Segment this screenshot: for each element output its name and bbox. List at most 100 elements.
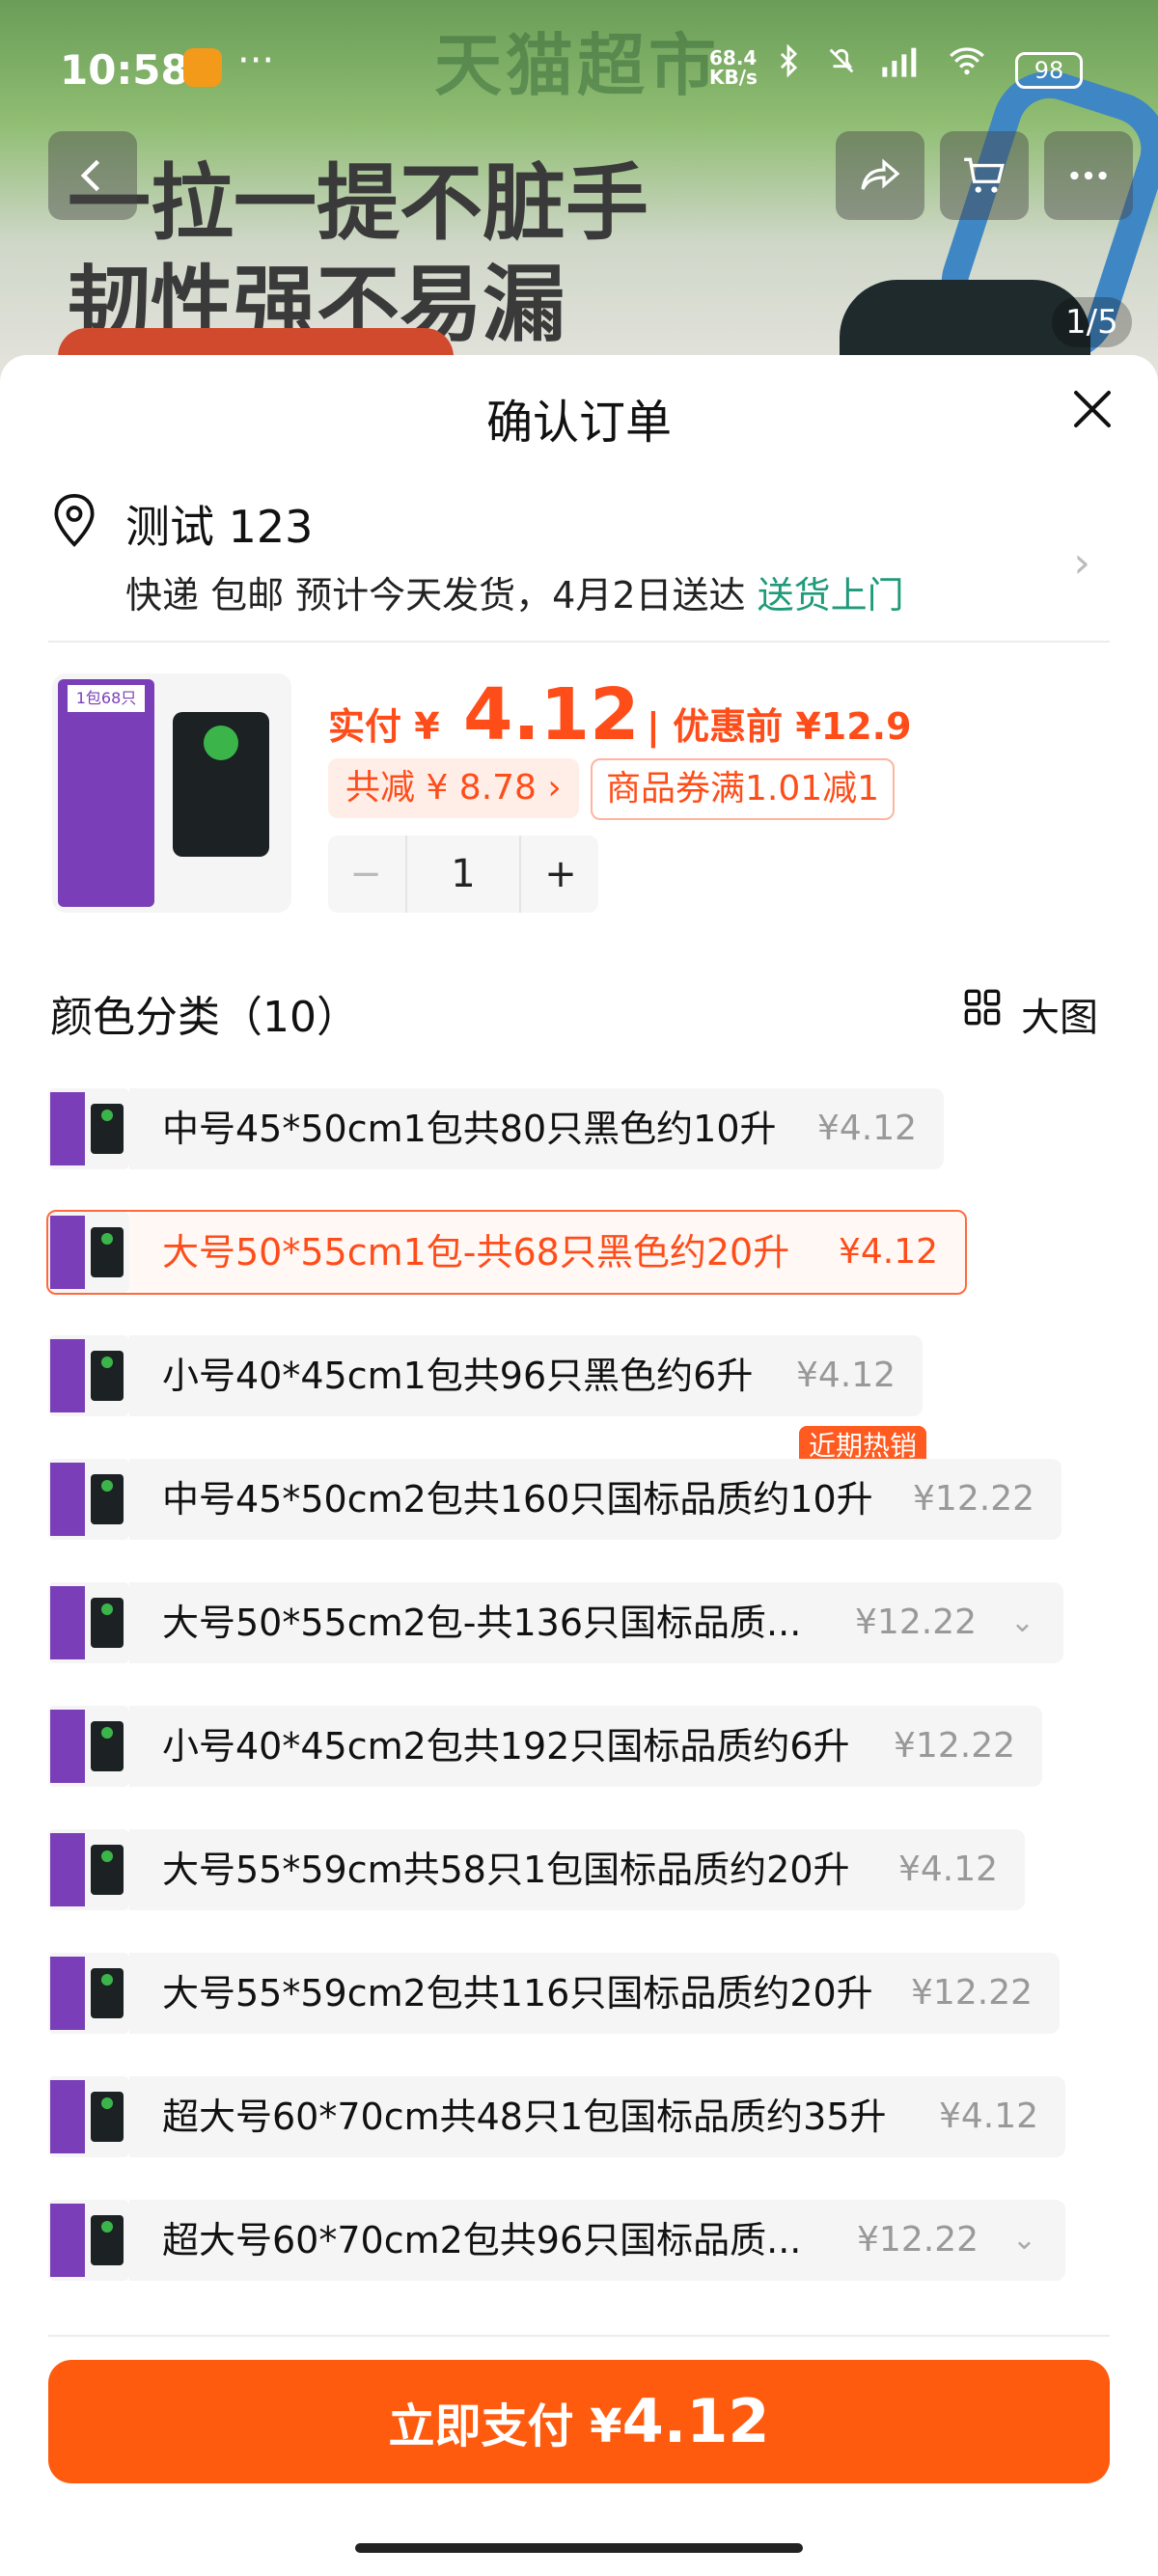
option-thumbnail	[48, 2076, 129, 2157]
address-section[interactable]: 测试 123 快递 包邮 预计今天发货，4月2日送达 送货上门 ›	[48, 480, 1110, 644]
color-option[interactable]: 大号55*59cm2包共116只国标品质约20升 ¥12.22	[48, 1953, 1060, 2034]
color-option[interactable]: 大号50*55cm2包-共136只国标品质... ¥12.22 ⌄	[48, 1582, 1063, 1663]
status-icons	[772, 43, 986, 86]
color-option[interactable]: 大号50*55cm1包-共68只黑色约20升 ¥4.12	[46, 1210, 967, 1295]
option-price: ¥12.22	[855, 1603, 977, 1642]
pay-now-button[interactable]: 立即支付 ¥4.12	[48, 2360, 1110, 2483]
home-indicator[interactable]	[355, 2543, 803, 2553]
price-before-discount: | 优惠前 ¥12.9	[647, 705, 912, 748]
option-thumbnail	[48, 1582, 129, 1663]
option-package	[91, 1474, 124, 1524]
status-time: 10:58	[60, 46, 189, 94]
chevron-right-icon: ›	[1073, 538, 1090, 588]
option-name: 小号40*45cm1包共96只黑色约6升	[162, 1355, 754, 1397]
option-price: ¥4.12	[897, 1850, 998, 1889]
status-more-icon: ···	[237, 39, 275, 83]
close-icon[interactable]	[1063, 380, 1121, 438]
thumb-tag: 1包68只	[68, 685, 145, 712]
option-price: ¥12.22	[913, 1479, 1034, 1519]
option-price: ¥12.22	[894, 1726, 1015, 1766]
color-option[interactable]: 中号45*50cm1包共80只黑色约10升 ¥4.12	[48, 1088, 944, 1169]
thumb-spec-panel: 1包68只	[58, 679, 154, 907]
status-bar: 10:58 ··· 68.4 KB/s 98	[0, 0, 1158, 135]
option-package	[91, 2092, 124, 2142]
color-option[interactable]: 超大号60*70cm2包共96只国标品质... ¥12.22 ⌄	[48, 2200, 1065, 2281]
chevron-down-icon[interactable]: ⌄	[1010, 1582, 1034, 1663]
option-spec-panel	[50, 1586, 85, 1659]
coupon-badge: 商品券满1.01减1	[591, 758, 896, 820]
discount-total-badge[interactable]: 共减 ¥ 8.78 ›	[328, 758, 579, 818]
color-option[interactable]: 大号55*59cm共58只1包国标品质约20升 ¥4.12	[48, 1829, 1025, 1910]
location-pin-icon	[54, 494, 95, 547]
pay-amount: 4.12	[621, 2386, 770, 2456]
more-button[interactable]	[1044, 131, 1133, 220]
cart-icon	[964, 157, 1005, 193]
option-spec-panel	[50, 2080, 85, 2153]
color-option[interactable]: 小号40*45cm2包共192只国标品质约6升 ¥12.22	[48, 1706, 1042, 1787]
chevron-down-icon[interactable]: ⌄	[1012, 2200, 1036, 2281]
option-thumbnail	[48, 1459, 129, 1540]
decrease-button[interactable]: −	[328, 836, 403, 913]
big-view-toggle[interactable]: 大图	[963, 986, 1098, 1042]
option-thumbnail	[48, 1335, 129, 1416]
notification-app-icon	[183, 48, 222, 87]
sheet-title: 确认订单	[485, 396, 672, 450]
option-spec-panel	[50, 1957, 85, 2030]
big-view-label: 大图	[1021, 996, 1098, 1040]
option-price: ¥12.22	[911, 1973, 1033, 2013]
more-icon	[1070, 171, 1107, 180]
option-thumbnail	[48, 1953, 129, 2034]
option-package	[91, 1721, 124, 1771]
option-spec-panel	[50, 1710, 85, 1783]
option-package	[91, 1351, 124, 1401]
option-thumbnail	[48, 1829, 129, 1910]
grid-icon	[964, 989, 1001, 1026]
battery-indicator: 98	[1015, 52, 1083, 89]
option-spec-panel	[50, 1092, 85, 1165]
category-title: 颜色分类（10）	[50, 993, 359, 1042]
confirm-order-sheet: 确认订单 测试 123 快递 包邮 预计今天发货，4月2日送达 送货上门 › 1…	[0, 355, 1158, 2576]
wifi-icon	[950, 47, 985, 75]
delivery-text: 快递 包邮 预计今天发货，4月2日送达	[125, 574, 746, 617]
option-price: ¥4.12	[795, 1356, 896, 1395]
product-summary: 1包68只 实付 ¥ 4.12 | 优惠前 ¥12.9 共减 ¥ 8.78 › …	[48, 673, 1110, 924]
option-package	[91, 1598, 124, 1648]
option-name: 中号45*50cm1包共80只黑色约10升	[162, 1108, 777, 1150]
option-name: 大号55*59cm2包共116只国标品质约20升	[162, 1972, 873, 2014]
back-button[interactable]	[48, 131, 137, 220]
option-spec-panel	[50, 1833, 85, 1906]
option-name: 超大号60*70cm共48只1包国标品质约35升	[162, 2096, 887, 2138]
option-name: 超大号60*70cm2包共96只国标品质...	[162, 2219, 802, 2261]
mute-icon	[830, 48, 854, 73]
option-price: ¥4.12	[938, 2096, 1038, 2136]
signal-icon	[882, 47, 917, 77]
color-option[interactable]: 中号45*50cm2包共160只国标品质约10升 ¥12.22	[48, 1459, 1062, 1540]
recipient-name: 测试 123	[125, 501, 314, 553]
option-price: ¥4.12	[838, 1232, 938, 1272]
option-name: 中号45*50cm2包共160只国标品质约10升	[162, 1478, 873, 1521]
product-thumbnail[interactable]: 1包68只	[52, 673, 291, 913]
option-name: 大号55*59cm共58只1包国标品质约20升	[162, 1849, 850, 1891]
option-thumbnail	[48, 1706, 129, 1787]
bluetooth-icon	[780, 43, 798, 78]
network-rate: 68.4 KB/s	[709, 46, 758, 89]
option-name: 小号40*45cm2包共192只国标品质约6升	[162, 1725, 850, 1768]
increase-button[interactable]: +	[523, 836, 598, 913]
option-package	[91, 2215, 124, 2265]
delivery-tag: 送货上门	[757, 574, 904, 617]
back-arrow-icon	[80, 159, 100, 192]
quantity-stepper: − 1 +	[328, 836, 598, 913]
share-button[interactable]	[836, 131, 924, 220]
color-option[interactable]: 小号40*45cm1包共96只黑色约6升 ¥4.12	[48, 1335, 923, 1416]
brand-logo-icon	[204, 726, 238, 760]
pay-label: 立即支付 ¥	[388, 2399, 622, 2453]
option-spec-panel	[50, 2204, 85, 2277]
color-option[interactable]: 超大号60*70cm共48只1包国标品质约35升 ¥4.12	[48, 2076, 1065, 2157]
share-icon	[861, 158, 900, 190]
quantity-value[interactable]: 1	[405, 836, 521, 913]
option-price: ¥4.12	[816, 1109, 917, 1148]
option-package	[91, 1104, 124, 1154]
divider	[48, 2335, 1110, 2337]
cart-button[interactable]	[940, 131, 1029, 220]
divider	[48, 641, 1110, 643]
